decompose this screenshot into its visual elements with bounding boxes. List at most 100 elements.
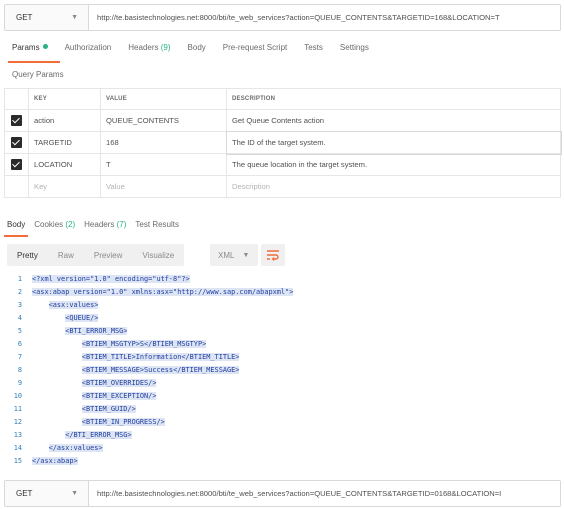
code-line: 15 </asx:abap> xyxy=(4,454,561,467)
param-value[interactable]: 168 xyxy=(100,131,227,154)
checkbox-checked-icon xyxy=(11,115,22,126)
checkbox-checked-icon xyxy=(11,137,22,148)
wrap-lines-button[interactable] xyxy=(261,244,285,266)
response-body-code[interactable]: 1 <?xml version="1.0" encoding="utf-8"?> 2… xyxy=(4,272,561,467)
tab-count: (9) xyxy=(160,43,171,52)
code-text: <BTIEM_IN_PROGRESS/> xyxy=(81,417,165,426)
param-description[interactable]: The queue location in the target system. xyxy=(226,153,561,176)
tab-label: Headers xyxy=(84,220,115,229)
code-line: 14 </asx:values> xyxy=(4,441,561,454)
chevron-down-icon: ▼ xyxy=(71,490,78,497)
method-label: GET xyxy=(16,13,33,22)
param-key[interactable]: TARGETID xyxy=(28,131,101,154)
new-key-input[interactable]: Key xyxy=(28,175,101,198)
method-select[interactable]: GET ▼ xyxy=(5,5,89,30)
tab-settings[interactable]: Settings xyxy=(340,43,369,52)
row-checkbox-empty xyxy=(4,175,29,198)
line-number: 5 xyxy=(17,326,22,335)
checkbox-header xyxy=(4,88,29,110)
key-header: KEY xyxy=(28,88,101,110)
param-key[interactable]: LOCATION xyxy=(28,153,101,176)
tab-body[interactable]: Body xyxy=(188,43,206,52)
query-params-title: Query Params xyxy=(12,70,64,79)
tab-label: Settings xyxy=(339,43,369,52)
row-checkbox[interactable] xyxy=(4,131,29,154)
code-text: </BTI_ERROR_MSG> xyxy=(65,430,132,439)
code-line: 7 <BTIEM_TITLE>Information</BTIEM_TITLE> xyxy=(4,350,561,363)
code-line: 3 <asx:values> xyxy=(4,298,561,311)
url-input[interactable]: http://te.basistechnologies.net:8000/bti… xyxy=(89,5,560,30)
tab-params[interactable]: Params xyxy=(12,43,48,52)
chevron-down-icon: ▼ xyxy=(242,251,250,259)
tab-label: Body xyxy=(7,220,26,229)
table-row: action QUEUE_CONTENTS Get Queue Contents… xyxy=(4,109,561,132)
row-checkbox[interactable] xyxy=(4,109,29,132)
view-pretty-button[interactable]: Pretty xyxy=(7,244,48,266)
tab-label: Authorization xyxy=(64,43,112,52)
wrap-lines-icon xyxy=(267,250,279,261)
tab-cookies[interactable]: Cookies (2) xyxy=(34,220,75,229)
code-text: <BTIEM_OVERRIDES/> xyxy=(81,378,157,387)
code-text: <BTIEM_TITLE>Information</BTIEM_TITLE> xyxy=(81,352,240,361)
tab-authorization[interactable]: Authorization xyxy=(65,43,112,52)
line-number: 11 xyxy=(13,404,22,413)
view-visualize-button[interactable]: Visualize xyxy=(132,244,184,266)
code-text: </asx:values> xyxy=(48,443,103,452)
active-tab-indicator xyxy=(8,61,60,63)
code-text: <BTIEM_MESSAGE>Success</BTIEM_MESSAGE> xyxy=(81,365,240,374)
code-text: <BTIEM_EXCEPTION/> xyxy=(81,391,157,400)
tab-count: (7) xyxy=(116,220,127,229)
view-preview-button[interactable]: Preview xyxy=(84,244,132,266)
code-line: 4 <QUEUE/> xyxy=(4,311,561,324)
param-value[interactable]: QUEUE_CONTENTS xyxy=(100,109,227,132)
tab-response-headers[interactable]: Headers (7) xyxy=(84,220,126,229)
code-line: 2 <asx:abap version="1.0" xmlns:asx="http… xyxy=(4,285,561,298)
value-header: VALUE xyxy=(100,88,227,110)
param-description[interactable]: The ID of the target system. xyxy=(225,130,562,155)
tab-response-body[interactable]: Body xyxy=(7,220,25,229)
line-number: 15 xyxy=(13,456,22,465)
table-row-new: Key Value Description xyxy=(4,175,561,198)
method-select[interactable]: GET ▼ xyxy=(5,481,89,506)
line-number: 8 xyxy=(17,365,22,374)
tab-label: Body xyxy=(187,43,206,52)
line-number: 6 xyxy=(17,339,22,348)
description-header: DESCRIPTION xyxy=(226,88,561,110)
tab-headers[interactable]: Headers (9) xyxy=(128,43,170,52)
code-line: 13 </BTI_ERROR_MSG> xyxy=(4,428,561,441)
code-line: 8 <BTIEM_MESSAGE>Success</BTIEM_MESSAGE> xyxy=(4,363,561,376)
tab-label: Params xyxy=(12,43,40,52)
code-line: 6 <BTIEM_MSGTYP>S</BTIEM_MSGTYP> xyxy=(4,337,561,350)
tab-test-results[interactable]: Test Results xyxy=(135,220,179,229)
request-url-bar: GET ▼ http://te.basistechnologies.net:80… xyxy=(4,4,561,31)
param-value[interactable]: T xyxy=(100,153,227,176)
table-row: LOCATION T The queue location in the tar… xyxy=(4,153,561,176)
param-description[interactable]: Get Queue Contents action xyxy=(226,109,561,132)
tab-label: Tests xyxy=(304,43,323,52)
tab-pre-request-script[interactable]: Pre-request Script xyxy=(223,43,287,52)
tab-label: Pre-request Script xyxy=(222,43,288,52)
line-number: 13 xyxy=(13,430,22,439)
url-input[interactable]: http://te.basistechnologies.net:8000/bti… xyxy=(89,481,560,506)
code-text: <?xml version="1.0" encoding="utf-8"?> xyxy=(32,274,190,283)
row-checkbox[interactable] xyxy=(4,153,29,176)
tab-tests[interactable]: Tests xyxy=(304,43,323,52)
new-value-input[interactable]: Value xyxy=(100,175,227,198)
format-select[interactable]: XML ▼ xyxy=(210,244,258,266)
new-description-input[interactable]: Description xyxy=(226,175,561,198)
active-response-tab-indicator xyxy=(4,235,28,237)
code-line: 12 <BTIEM_IN_PROGRESS/> xyxy=(4,415,561,428)
param-key[interactable]: action xyxy=(28,109,101,132)
code-text: <asx:values> xyxy=(48,300,99,309)
code-text: <QUEUE/> xyxy=(65,313,99,322)
line-number: 9 xyxy=(17,378,22,387)
code-line: 5 <BTI_ERROR_MSG> xyxy=(4,324,561,337)
table-row: TARGETID 168 The ID of the target system… xyxy=(4,130,562,155)
view-raw-button[interactable]: Raw xyxy=(48,244,84,266)
method-label: GET xyxy=(16,489,33,498)
table-header-row: KEY VALUE DESCRIPTION xyxy=(4,88,561,110)
